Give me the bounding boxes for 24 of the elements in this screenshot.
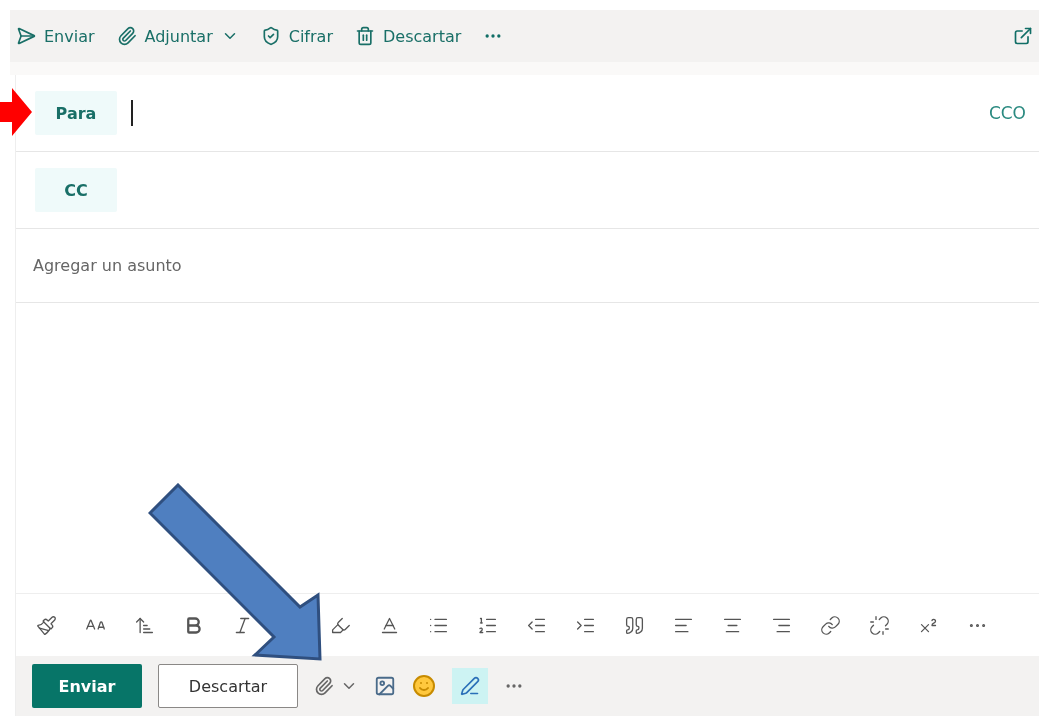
discard-button[interactable]: Descartar bbox=[158, 664, 298, 708]
trash-icon bbox=[354, 26, 375, 46]
paperclip-icon bbox=[314, 676, 334, 696]
send-button[interactable]: Enviar bbox=[32, 664, 142, 708]
image-icon[interactable] bbox=[374, 675, 396, 697]
cc-button[interactable]: CC bbox=[35, 168, 117, 212]
send-icon bbox=[16, 26, 36, 46]
link-icon[interactable] bbox=[820, 614, 841, 636]
paperclip-icon bbox=[116, 26, 137, 46]
editor-button[interactable] bbox=[452, 668, 488, 704]
toolbar-button[interactable]: Adjuntar bbox=[116, 26, 239, 46]
toolbar-button[interactable]: Cifrar bbox=[260, 26, 333, 46]
toolbar-button[interactable]: Descartar bbox=[354, 26, 462, 46]
smiley-icon[interactable] bbox=[412, 674, 436, 698]
to-button[interactable]: Para bbox=[35, 91, 117, 135]
unlink-icon[interactable] bbox=[869, 614, 890, 636]
text-cursor bbox=[131, 100, 133, 126]
bcc-link[interactable]: CCO bbox=[988, 103, 1026, 123]
pop-out-icon[interactable] bbox=[1013, 26, 1033, 46]
quote-icon[interactable] bbox=[624, 614, 645, 636]
pen-icon bbox=[460, 676, 480, 696]
toolbar-button[interactable]: Enviar bbox=[16, 26, 95, 46]
paintbrush-icon[interactable] bbox=[36, 614, 57, 636]
arrow-annotation bbox=[0, 88, 32, 136]
